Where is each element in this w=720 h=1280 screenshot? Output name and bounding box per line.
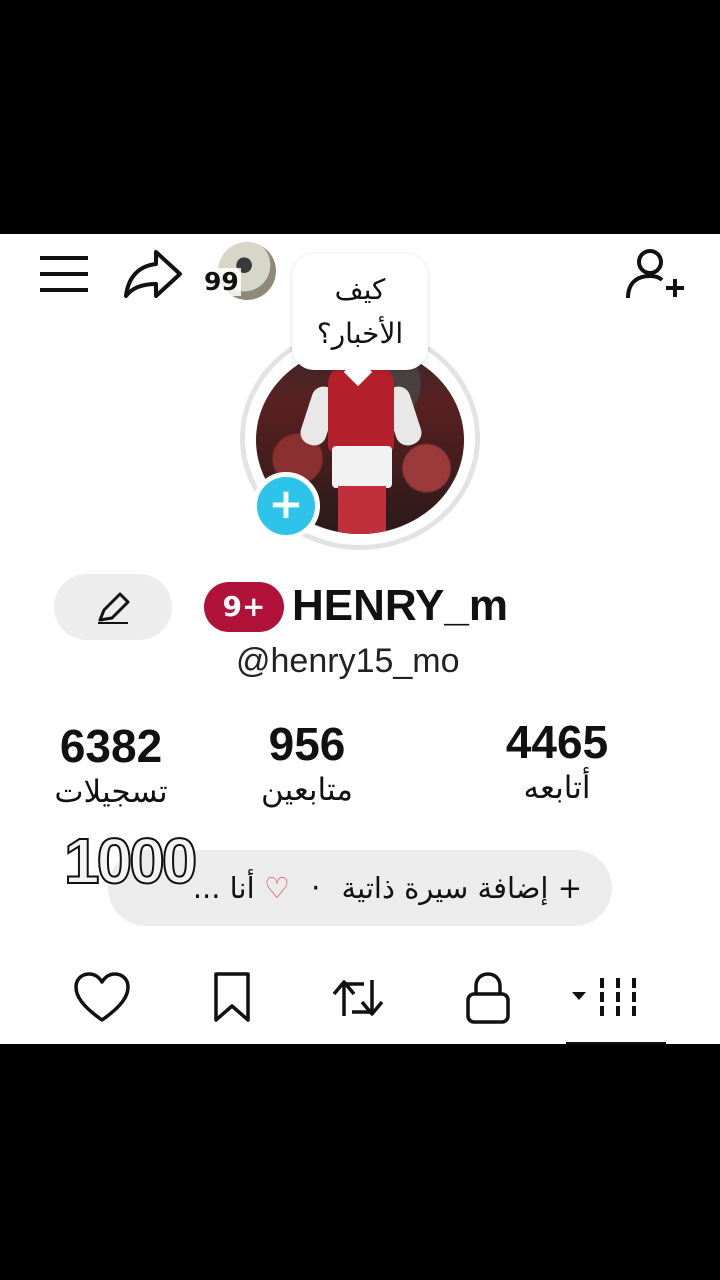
overlay-count-text: 1000 <box>63 824 198 898</box>
stat-followers-label: متابعين <box>261 772 353 808</box>
stat-following[interactable]: 4465 أتابعه <box>470 716 644 808</box>
tab-videos-grid[interactable] <box>570 970 660 1030</box>
stat-following-value: 4465 <box>505 716 609 768</box>
edit-profile-button[interactable] <box>54 574 172 640</box>
username-handle: @henry15_mo <box>236 642 460 680</box>
profile-panel: 99 كيف الأخبار؟ + 9+ HENRY_m @henry15_mo <box>0 234 720 1044</box>
bio-status-text: أنا ... <box>192 871 255 905</box>
story-count-badge: 99 <box>202 267 241 296</box>
stat-following-label: أتابعه <box>523 770 591 806</box>
stat-followers-value: 956 <box>268 718 346 770</box>
add-bio-label: + إضافة سيرة ذاتية <box>341 871 582 905</box>
stat-likes-value: 6382 <box>59 720 163 772</box>
tab-reposts[interactable] <box>328 970 398 1030</box>
lock-icon <box>466 972 510 1024</box>
status-bubble[interactable]: كيف الأخبار؟ <box>292 254 428 387</box>
notification-badge[interactable]: 9+ <box>204 582 284 632</box>
stat-likes-label: تسجيلات <box>54 774 168 810</box>
tab-liked[interactable] <box>72 970 142 1030</box>
pencil-icon <box>98 592 130 624</box>
grid-icon <box>572 978 636 1016</box>
hamburger-menu-icon[interactable] <box>38 252 90 300</box>
heart-outline-icon <box>74 972 130 1022</box>
heart-icon: ♡ <box>263 871 290 905</box>
stat-followers[interactable]: 956 متابعين <box>236 718 378 810</box>
bio-separator: · <box>311 871 321 905</box>
bubble-line-1: كيف <box>334 273 386 306</box>
repost-icon <box>332 980 384 1016</box>
active-tab-indicator <box>566 1042 666 1044</box>
add-story-button[interactable]: + <box>252 472 320 540</box>
stat-likes[interactable]: 6382 تسجيلات <box>34 720 188 812</box>
bookmark-icon <box>214 972 250 1022</box>
bubble-line-2: الأخبار؟ <box>316 317 404 350</box>
share-arrow-icon[interactable] <box>122 248 184 304</box>
tab-saved[interactable] <box>208 970 278 1030</box>
content-tabs <box>0 970 720 1044</box>
person-add-icon[interactable] <box>624 246 686 306</box>
tab-private[interactable] <box>460 970 530 1030</box>
display-name: HENRY_m <box>292 581 508 630</box>
